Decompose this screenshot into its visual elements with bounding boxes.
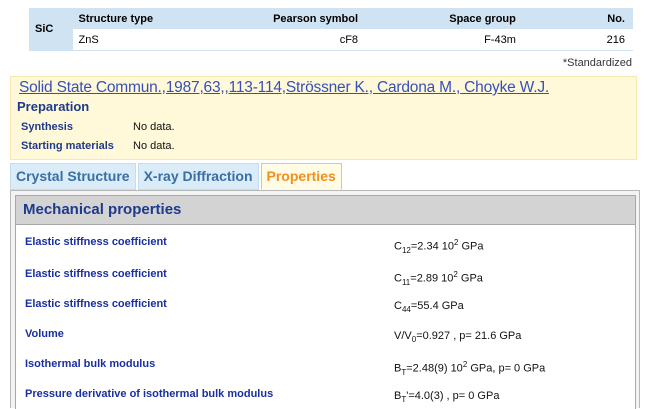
property-label-3: Elastic stiffness coefficient: [25, 298, 167, 310]
section-title: Mechanical properties: [16, 196, 635, 225]
property-label-4: Volume: [25, 328, 64, 340]
properties-panel: Mechanical properties Elastic stiffness …: [10, 190, 640, 409]
value-no: 216: [521, 29, 633, 51]
tab-crystal-structure[interactable]: Crystal Structure: [10, 163, 136, 190]
starting-materials-value: No data.: [133, 140, 175, 152]
header-space-group: Space group: [364, 8, 522, 29]
property-label-5: Isothermal bulk modulus: [25, 358, 156, 370]
header-pearson-symbol: Pearson symbol: [209, 8, 365, 29]
property-value-6: BT'=4.0(3) , p= 0 GPa: [394, 390, 500, 405]
property-value-2: C11=2.89 102 GPa: [394, 270, 483, 287]
tab-x-ray-diffraction[interactable]: X-ray Diffraction: [137, 163, 259, 190]
property-label-1: Elastic stiffness coefficient: [25, 236, 167, 248]
value-pearson-symbol: cF8: [209, 29, 365, 51]
standardized-note: *Standardized: [562, 57, 632, 69]
value-space-group: F-43m: [364, 29, 522, 51]
synthesis-row: Synthesis No data.: [21, 121, 175, 133]
header-structure-type: Structure type: [72, 8, 210, 29]
value-structure-type: ZnS: [72, 29, 210, 51]
property-value-3: C44=55.4 GPa: [394, 300, 464, 315]
compound-formula: SiC: [29, 8, 73, 51]
tab-properties[interactable]: Properties: [260, 163, 342, 190]
synthesis-value: No data.: [133, 121, 175, 133]
property-label-2: Elastic stiffness coefficient: [25, 268, 167, 280]
tab-bar: Crystal Structure X-ray Diffraction Prop…: [10, 163, 344, 190]
reference-link[interactable]: Solid State Commun.,1987,63,,113-114,Str…: [19, 79, 549, 97]
property-value-4: V/V0=0.927 , p= 21.6 GPa: [394, 330, 522, 345]
starting-materials-label: Starting materials: [21, 140, 114, 152]
header-no: No.: [521, 8, 633, 29]
preparation-title: Preparation: [17, 99, 90, 114]
synthesis-label: Synthesis: [21, 121, 73, 133]
reference-box: Solid State Commun.,1987,63,,113-114,Str…: [10, 76, 637, 160]
starting-materials-row: Starting materials No data.: [21, 140, 175, 152]
property-value-5: BT=2.48(9) 102 GPa, p= 0 GPa: [394, 360, 546, 377]
compound-table: SiC Structure type Pearson symbol Space …: [29, 8, 633, 51]
property-label-6: Pressure derivative of isothermal bulk m…: [25, 388, 274, 400]
properties-panel-inner: Mechanical properties Elastic stiffness …: [15, 195, 636, 409]
property-value-1: C12=2.34 102 GPa: [394, 238, 484, 255]
